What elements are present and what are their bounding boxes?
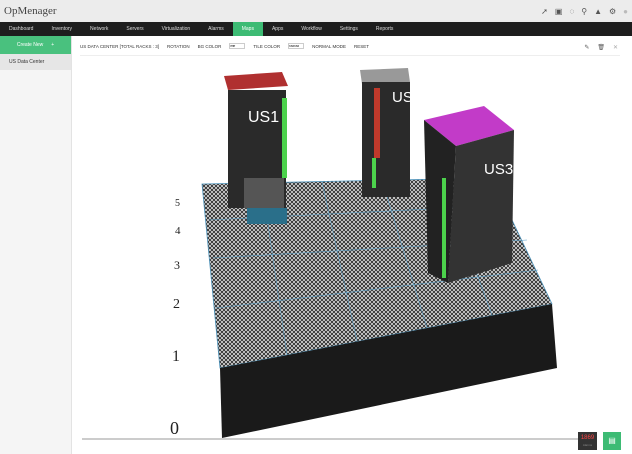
axis-label-3: 3 [174,258,180,272]
axis-label-2: 2 [173,297,180,312]
nav-dashboard[interactable]: Dashboard [0,22,42,36]
nav-workflow[interactable]: Workflow [292,22,330,36]
create-new-button[interactable]: Create New + [0,36,71,54]
nav-reports[interactable]: Reports [367,22,403,36]
main-nav: Dashboard Inventory Network Servers Virt… [0,22,632,36]
gear-icon[interactable]: ⚙ [609,7,616,16]
create-label: Create New [16,42,44,48]
rack-us2-label: US2 [392,89,421,106]
chat-icon[interactable]: ▤ [603,432,621,450]
zoom-slider[interactable] [82,438,578,440]
edit-icon[interactable]: ✎ [584,44,589,51]
user-icon[interactable]: ● [623,7,628,16]
sidebar: Create New + US Data Center [0,36,72,454]
nav-maps[interactable]: Maps [232,22,263,36]
nav-network[interactable]: Network [81,22,117,36]
rotation-button[interactable]: ROTATION [167,44,190,49]
rack-us1-label: US1 [248,109,279,126]
alarm-count: 1869 [580,435,595,441]
bg-color-input[interactable] [229,43,246,49]
search-icon[interactable]: ⚲ [581,7,587,16]
rack-us3[interactable]: US3 [424,106,514,283]
alarm-label: Alarms [582,443,593,447]
axis-label-0: 0 [170,418,179,438]
alarms-badge[interactable]: 1869 Alarms [578,432,597,450]
axis-label-1: 1 [172,348,180,365]
bell-icon[interactable]: ▲ [594,7,602,16]
bg-color-label: BG COLOR [197,43,222,49]
divider [80,55,620,56]
map-toolbar: US DATA CENTER [TOTAL RACKS : 3] ROTATIO… [80,43,369,49]
plus-icon: + [51,42,55,48]
reset-button[interactable]: RESET [354,44,369,49]
nav-apps[interactable]: Apps [263,22,292,36]
delete-icon[interactable]: 🗑 [597,44,605,51]
normal-mode-button[interactable]: NORMAL MODE [312,44,346,49]
tile-color-label: TILE COLOR [253,43,281,49]
top-bar: OpMenager ➚ ▣ ◌ ⚲ ▲ ⚙ ● [0,0,632,22]
3d-rack-view[interactable]: US1 US2 US3 [72,58,632,438]
close-icon[interactable]: ✕ [613,44,618,51]
bulb-icon[interactable]: ◌ [569,7,574,16]
nav-virtualization[interactable]: Virtualization [153,22,200,36]
play-icon[interactable]: ▣ [555,7,563,16]
nav-alarms[interactable]: Alarms [199,22,233,36]
axis-label-5: 5 [175,198,180,209]
tile-color-input[interactable] [288,43,305,49]
nav-inventory[interactable]: Inventory [42,22,81,36]
map-title: US DATA CENTER [TOTAL RACKS : 3] [80,43,160,49]
rack-us3-label: US3 [484,161,513,178]
nav-settings[interactable]: Settings [331,22,367,36]
rack-us1[interactable]: US1 [224,72,288,224]
nav-servers[interactable]: Servers [117,22,152,36]
app-logo: OpMenager [4,5,57,17]
rocket-icon[interactable]: ➚ [541,7,548,16]
sidebar-item-us-data-center[interactable]: US Data Center [0,54,71,70]
axis-label-4: 4 [175,225,181,237]
rack-us2[interactable]: US2 [360,68,421,197]
